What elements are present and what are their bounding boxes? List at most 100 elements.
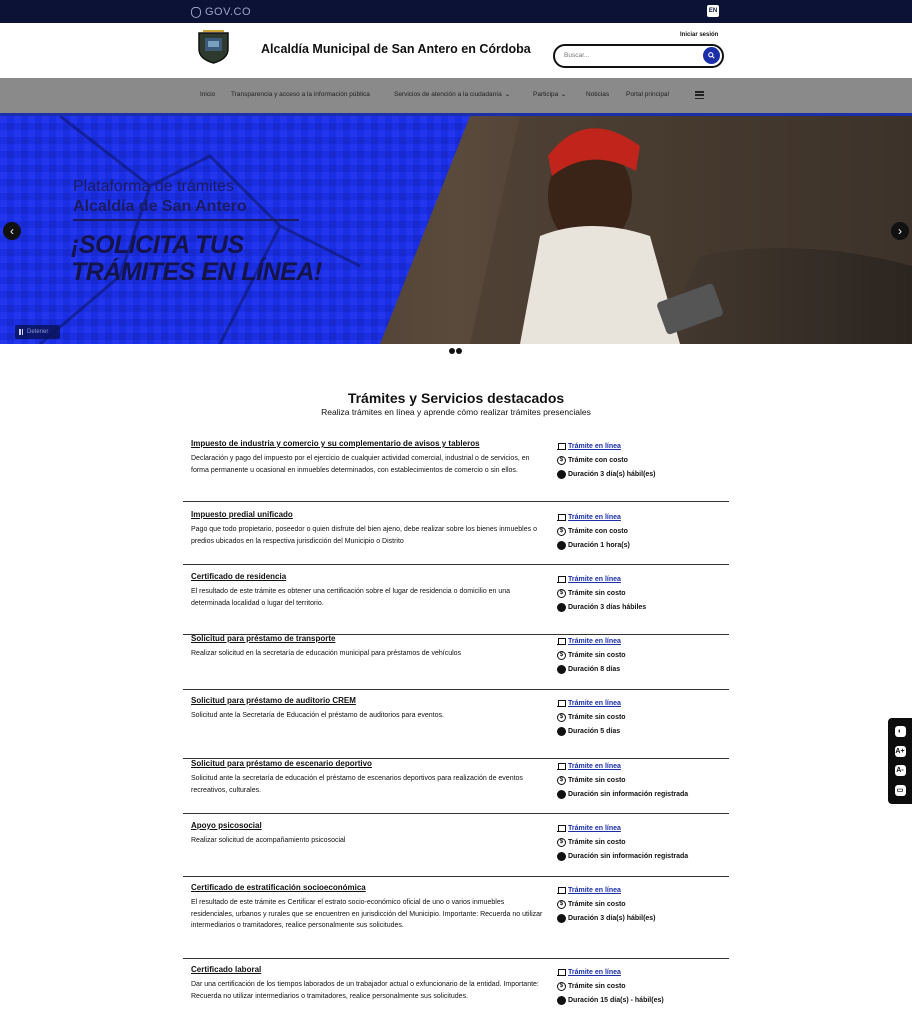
cost-label: Trámite sin costo bbox=[568, 982, 626, 990]
search-input[interactable] bbox=[564, 49, 694, 62]
online-procedure-link[interactable]: Trámite en línea bbox=[557, 439, 727, 453]
municipal-shield-logo[interactable] bbox=[197, 29, 230, 64]
site-title[interactable]: Alcaldía Municipal de San Antero en Córd… bbox=[261, 42, 531, 56]
laptop-icon bbox=[557, 699, 566, 707]
online-procedure-link[interactable]: Trámite en línea bbox=[557, 696, 727, 710]
section-title: Trámites y Servicios destacados bbox=[347, 390, 565, 406]
nav-item-transparencia[interactable]: Transparencia y acceso a la información … bbox=[231, 91, 370, 98]
hamburger-icon[interactable] bbox=[695, 91, 704, 99]
online-label: Trámite en línea bbox=[568, 824, 621, 832]
nav-label: Transparencia y acceso a la información … bbox=[231, 91, 370, 98]
service-meta: Trámite en línea $ Trámite sin costo Duraci… bbox=[557, 634, 727, 676]
cost-icon: $ bbox=[557, 775, 566, 785]
service-item: Certificado de residencia El resultado de… bbox=[183, 572, 729, 635]
service-description: Pago que todo propietario, poseedor o qu… bbox=[191, 526, 537, 545]
hero-divider bbox=[73, 219, 299, 221]
chat-icon[interactable]: ▭ bbox=[894, 784, 906, 796]
cost-label: Trámite sin costo bbox=[568, 776, 626, 784]
service-meta: Trámite en línea $ Trámite con costo Duraci… bbox=[557, 439, 727, 481]
service-title-link[interactable]: Solicitud para préstamo de transporte bbox=[191, 634, 335, 643]
nav-item-servicios[interactable]: Servicios de atención a la ciudadanía ⌄ bbox=[394, 91, 511, 98]
online-label: Trámite en línea bbox=[568, 575, 621, 583]
language-toggle-button[interactable]: EN bbox=[707, 5, 719, 17]
text-increase-icon[interactable]: A+ bbox=[894, 745, 906, 757]
carousel-dot[interactable] bbox=[449, 348, 455, 354]
gov-co-logo[interactable]: GOV.CO bbox=[191, 5, 251, 19]
service-title-link[interactable]: Certificado de estratificación socioecon… bbox=[191, 883, 366, 892]
carousel-pause-button[interactable]: Detener bbox=[15, 325, 60, 339]
online-procedure-link[interactable]: Trámite en línea bbox=[557, 634, 727, 648]
laptop-icon bbox=[557, 637, 566, 645]
nav-item-noticias[interactable]: Noticias bbox=[586, 91, 609, 98]
duration-label: Duración 3 días hábiles bbox=[568, 603, 647, 611]
laptop-icon bbox=[557, 513, 566, 521]
online-procedure-link[interactable]: Trámite en línea bbox=[557, 510, 727, 524]
pause-icon bbox=[19, 329, 23, 335]
service-title-link[interactable]: Apoyo psicosocial bbox=[191, 821, 262, 830]
cost-info: $ Trámite sin costo bbox=[557, 648, 727, 662]
contrast-icon[interactable]: ◐ bbox=[894, 726, 906, 738]
online-label: Trámite en línea bbox=[568, 442, 621, 450]
online-procedure-link[interactable]: Trámite en línea bbox=[557, 572, 727, 586]
laptop-icon bbox=[557, 824, 566, 832]
service-title-link[interactable]: Certificado de residencia bbox=[191, 572, 286, 581]
service-title-link[interactable]: Certificado laboral bbox=[191, 965, 261, 974]
cost-icon: $ bbox=[557, 526, 566, 536]
clock-icon bbox=[557, 851, 566, 861]
cost-info: $ Trámite sin costo bbox=[557, 710, 727, 724]
cost-info: $ Trámite sin costo bbox=[557, 897, 727, 911]
cost-info: $ Trámite sin costo bbox=[557, 586, 727, 600]
cost-info: $ Trámite sin costo bbox=[557, 979, 727, 993]
gov-top-bar: GOV.CO EN bbox=[0, 0, 912, 23]
duration-info: Duración sin información registrada bbox=[557, 849, 727, 863]
service-description: Solicitud ante la secretaría de educació… bbox=[191, 775, 523, 794]
cost-label: Trámite sin costo bbox=[568, 713, 626, 721]
carousel-next-button[interactable]: › bbox=[891, 222, 909, 240]
service-description: Realizar solicitud en la secretaría de e… bbox=[191, 650, 462, 657]
duration-label: Duración 3 día(s) hábil(es) bbox=[568, 914, 656, 922]
service-title-link[interactable]: Solicitud para préstamo de escenario dep… bbox=[191, 759, 372, 768]
text-decrease-icon[interactable]: A- bbox=[894, 765, 906, 777]
service-description: Dar una certificación de los tiempos lab… bbox=[191, 981, 539, 1000]
chevron-down-icon: ⌄ bbox=[503, 92, 511, 98]
service-title-link[interactable]: Solicitud para préstamo de auditorio CRE… bbox=[191, 696, 356, 705]
laptop-icon bbox=[557, 575, 566, 583]
online-procedure-link[interactable]: Trámite en línea bbox=[557, 821, 727, 835]
nav-item-inicio[interactable]: Inicio bbox=[200, 91, 215, 98]
service-divider bbox=[183, 958, 729, 959]
clock-icon bbox=[557, 995, 566, 1005]
cost-icon: $ bbox=[557, 981, 566, 991]
search-box bbox=[553, 44, 724, 68]
nav-item-portal-principal[interactable]: Portal principal bbox=[626, 91, 669, 98]
nav-label: Portal principal bbox=[626, 91, 669, 98]
cost-icon: $ bbox=[557, 455, 566, 465]
duration-label: Duración 5 días bbox=[568, 727, 621, 735]
online-label: Trámite en línea bbox=[568, 699, 621, 707]
service-title-link[interactable]: Impuesto de industria y comercio y su co… bbox=[191, 439, 480, 448]
cost-icon: $ bbox=[557, 588, 566, 598]
nav-item-participa[interactable]: Participa ⌄ bbox=[533, 91, 567, 98]
service-meta: Trámite en línea $ Trámite sin costo Duraci… bbox=[557, 572, 727, 614]
search-icon[interactable] bbox=[703, 47, 720, 64]
duration-info: Duración 3 día(s) hábil(es) bbox=[557, 911, 727, 925]
service-meta: Trámite en línea $ Trámite sin costo Duraci… bbox=[557, 883, 727, 925]
online-procedure-link[interactable]: Trámite en línea bbox=[557, 883, 727, 897]
cost-label: Trámite sin costo bbox=[568, 651, 626, 659]
login-link[interactable]: Iniciar sesión bbox=[680, 32, 718, 38]
chevron-right-icon: › bbox=[898, 224, 902, 238]
service-divider bbox=[183, 564, 729, 565]
service-meta: Trámite en línea $ Trámite sin costo Duraci… bbox=[557, 759, 727, 801]
duration-info: Duración 1 hora(s) bbox=[557, 538, 727, 552]
cost-label: Trámite con costo bbox=[568, 527, 628, 535]
carousel-dot[interactable] bbox=[456, 348, 462, 354]
online-procedure-link[interactable]: Trámite en línea bbox=[557, 759, 727, 773]
service-meta: Trámite en línea $ Trámite sin costo Duraci… bbox=[557, 965, 727, 1007]
service-divider bbox=[183, 813, 729, 814]
service-description: Solicitud ante la Secretaría de Educació… bbox=[191, 712, 444, 719]
online-procedure-link[interactable]: Trámite en línea bbox=[557, 965, 727, 979]
service-title-link[interactable]: Impuesto predial unificado bbox=[191, 510, 293, 519]
clock-icon bbox=[557, 602, 566, 612]
carousel-prev-button[interactable]: ‹ bbox=[3, 222, 21, 240]
service-item: Solicitud para préstamo de auditorio CRE… bbox=[183, 696, 729, 759]
duration-label: Duración 1 hora(s) bbox=[568, 541, 630, 549]
